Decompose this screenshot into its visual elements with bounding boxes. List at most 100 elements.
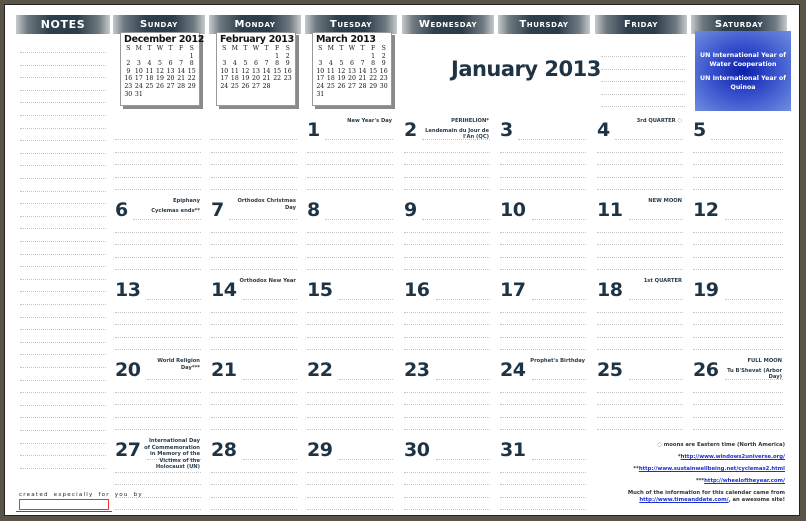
day-note-line[interactable] [500,472,586,473]
day-note-line[interactable] [307,509,393,510]
day-note-line[interactable] [307,392,393,393]
day-number[interactable]: 18 [597,280,623,300]
day-note-line[interactable] [404,177,490,178]
day-note-line[interactable] [115,417,201,418]
day-note-line[interactable] [115,312,201,313]
day-note-line[interactable] [500,337,586,338]
day-note-line[interactable] [404,257,490,258]
day-note-line[interactable] [500,269,586,270]
notes-line[interactable] [20,291,106,292]
notes-line[interactable] [20,417,106,418]
day-note-line[interactable] [500,417,586,418]
day-note-line[interactable] [693,257,783,258]
day-number[interactable]: 25 [597,360,623,380]
day-note-line[interactable] [115,337,201,338]
day-note-line[interactable] [211,429,297,430]
day-note-line[interactable] [307,324,393,325]
day-note-line[interactable] [211,497,297,498]
day-note-line[interactable] [115,232,201,233]
day-note-line[interactable] [211,509,297,510]
day-number[interactable]: 20 [115,360,141,380]
day-note-line[interactable] [307,417,393,418]
day-note-line[interactable] [211,324,297,325]
day-note-line[interactable] [693,337,783,338]
day-note-line[interactable] [339,379,393,380]
footnote-link[interactable]: http://wheeloftheyear.com/ [704,478,785,484]
day-number[interactable]: 5 [693,120,706,140]
day-number[interactable]: 4 [597,120,610,140]
day-note-line[interactable] [404,484,490,485]
day-note-line[interactable] [693,269,783,270]
day-number[interactable]: 26 [693,360,719,380]
day-number[interactable]: 30 [404,440,430,460]
day-number[interactable]: 2 [404,120,417,140]
day-note-line[interactable] [500,484,586,485]
day-note-line[interactable] [115,404,201,405]
day-note-line[interactable] [307,177,393,178]
day-number[interactable]: 11 [597,200,623,220]
day-note-line[interactable] [597,324,683,325]
notes-line[interactable] [20,317,106,318]
day-note-line[interactable] [500,189,586,190]
day-note-line[interactable] [307,337,393,338]
day-note-line[interactable] [725,219,783,220]
day-note-line[interactable] [307,232,393,233]
day-number[interactable]: 19 [693,280,719,300]
day-note-line[interactable] [211,484,297,485]
day-note-line[interactable] [404,269,490,270]
day-note-line[interactable] [404,232,490,233]
day-note-line[interactable] [307,472,393,473]
day-number[interactable]: 17 [500,280,526,300]
day-note-line[interactable] [115,392,201,393]
day-note-line[interactable] [500,232,586,233]
day-note-line[interactable] [307,244,393,245]
notes-line[interactable] [20,468,106,469]
day-note-line[interactable] [597,417,683,418]
notes-line[interactable] [20,430,106,431]
day-note-line[interactable] [436,379,490,380]
notes-line[interactable] [20,140,106,141]
day-note-line[interactable] [597,177,683,178]
friday-top-line[interactable] [601,68,685,70]
footnote-link[interactable]: http://www.sustainwellbeing.net/cyclemas… [639,466,785,472]
day-note-line[interactable] [693,349,783,350]
day-note-line[interactable] [404,497,490,498]
day-note-line[interactable] [597,429,683,430]
day-note-line[interactable] [211,232,297,233]
day-number[interactable]: 23 [404,360,430,380]
notes-line[interactable] [20,304,106,305]
day-note-line[interactable] [500,429,586,430]
day-note-line[interactable] [404,164,490,165]
day-note-line[interactable] [597,189,683,190]
day-note-line[interactable] [307,312,393,313]
notes-line[interactable] [20,380,106,381]
footnote-link[interactable]: http://www.windows2universe.org/ [681,454,785,460]
day-note-line[interactable] [693,232,783,233]
day-note-line[interactable] [615,139,683,140]
day-note-line[interactable] [597,232,683,233]
day-note-line[interactable] [307,404,393,405]
day-note-line[interactable] [211,349,297,350]
day-note-line[interactable] [500,244,586,245]
day-note-line[interactable] [307,484,393,485]
day-note-line[interactable] [115,349,201,350]
day-note-line[interactable] [307,497,393,498]
day-note-line[interactable] [307,152,393,153]
day-note-line[interactable] [500,257,586,258]
day-note-line[interactable] [115,509,201,510]
day-note-line[interactable] [307,269,393,270]
day-note-line[interactable] [339,299,393,300]
notes-line[interactable] [20,241,106,242]
day-note-line[interactable] [229,219,297,220]
day-note-line[interactable] [500,164,586,165]
day-note-line[interactable] [211,257,297,258]
day-note-line[interactable] [339,459,393,460]
notes-line[interactable] [20,153,106,154]
day-number[interactable]: 7 [211,200,224,220]
day-note-line[interactable] [693,404,783,405]
day-note-line[interactable] [404,417,490,418]
day-number[interactable]: 15 [307,280,333,300]
day-note-line[interactable] [518,139,586,140]
day-note-line[interactable] [597,152,683,153]
day-note-line[interactable] [211,337,297,338]
